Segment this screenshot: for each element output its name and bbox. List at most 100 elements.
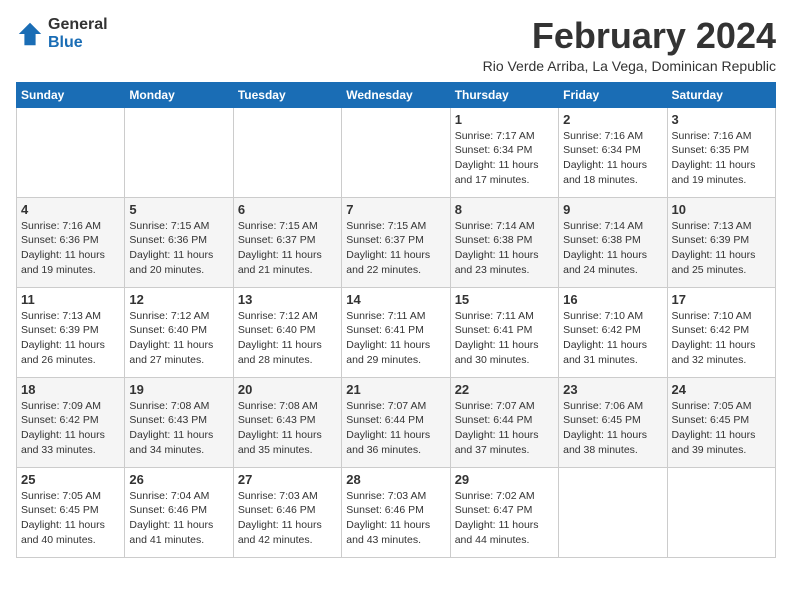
- day-number: 23: [563, 382, 662, 397]
- calendar-cell: 14 Sunrise: 7:11 AMSunset: 6:41 PMDayligh…: [342, 287, 450, 377]
- calendar-title: February 2024: [483, 16, 776, 56]
- day-info: Sunrise: 7:16 AMSunset: 6:34 PMDaylight:…: [563, 129, 662, 188]
- day-number: 19: [129, 382, 228, 397]
- day-info: Sunrise: 7:11 AMSunset: 6:41 PMDaylight:…: [346, 309, 445, 368]
- day-info: Sunrise: 7:07 AMSunset: 6:44 PMDaylight:…: [455, 399, 554, 458]
- day-info: Sunrise: 7:11 AMSunset: 6:41 PMDaylight:…: [455, 309, 554, 368]
- day-number: 7: [346, 202, 445, 217]
- weekday-header: Wednesday: [342, 82, 450, 107]
- day-info: Sunrise: 7:14 AMSunset: 6:38 PMDaylight:…: [455, 219, 554, 278]
- day-number: 29: [455, 472, 554, 487]
- day-info: Sunrise: 7:05 AMSunset: 6:45 PMDaylight:…: [21, 489, 120, 548]
- calendar-cell: 10 Sunrise: 7:13 AMSunset: 6:39 PMDayligh…: [667, 197, 775, 287]
- calendar-week-row: 4 Sunrise: 7:16 AMSunset: 6:36 PMDaylight…: [17, 197, 776, 287]
- calendar-cell: [342, 107, 450, 197]
- day-number: 3: [672, 112, 771, 127]
- day-info: Sunrise: 7:05 AMSunset: 6:45 PMDaylight:…: [672, 399, 771, 458]
- weekday-header: Saturday: [667, 82, 775, 107]
- day-info: Sunrise: 7:08 AMSunset: 6:43 PMDaylight:…: [238, 399, 337, 458]
- day-number: 18: [21, 382, 120, 397]
- weekday-header-row: SundayMondayTuesdayWednesdayThursdayFrid…: [17, 82, 776, 107]
- day-number: 17: [672, 292, 771, 307]
- day-number: 4: [21, 202, 120, 217]
- day-number: 21: [346, 382, 445, 397]
- day-number: 13: [238, 292, 337, 307]
- day-info: Sunrise: 7:09 AMSunset: 6:42 PMDaylight:…: [21, 399, 120, 458]
- day-number: 14: [346, 292, 445, 307]
- day-info: Sunrise: 7:03 AMSunset: 6:46 PMDaylight:…: [238, 489, 337, 548]
- day-info: Sunrise: 7:02 AMSunset: 6:47 PMDaylight:…: [455, 489, 554, 548]
- calendar-cell: 25Sunrise: 7:05 AMSunset: 6:45 PMDayligh…: [17, 467, 125, 557]
- calendar-cell: 21 Sunrise: 7:07 AMSunset: 6:44 PMDayligh…: [342, 377, 450, 467]
- day-number: 22: [455, 382, 554, 397]
- weekday-header: Sunday: [17, 82, 125, 107]
- calendar-cell: 4 Sunrise: 7:16 AMSunset: 6:36 PMDaylight…: [17, 197, 125, 287]
- calendar-cell: 24 Sunrise: 7:05 AMSunset: 6:45 PMDayligh…: [667, 377, 775, 467]
- day-number: 24: [672, 382, 771, 397]
- header: General Blue February 2024 Rio Verde Arr…: [16, 16, 776, 74]
- day-info: Sunrise: 7:03 AMSunset: 6:46 PMDaylight:…: [346, 489, 445, 548]
- logo: General Blue: [16, 16, 108, 51]
- day-info: Sunrise: 7:15 AMSunset: 6:37 PMDaylight:…: [346, 219, 445, 278]
- day-info: Sunrise: 7:13 AMSunset: 6:39 PMDaylight:…: [21, 309, 120, 368]
- day-number: 28: [346, 472, 445, 487]
- day-info: Sunrise: 7:07 AMSunset: 6:44 PMDaylight:…: [346, 399, 445, 458]
- calendar-week-row: 1 Sunrise: 7:17 AMSunset: 6:34 PMDaylight…: [17, 107, 776, 197]
- logo-general: General: [48, 16, 108, 34]
- day-number: 2: [563, 112, 662, 127]
- weekday-header: Friday: [559, 82, 667, 107]
- calendar-table: SundayMondayTuesdayWednesdayThursdayFrid…: [16, 82, 776, 558]
- day-number: 15: [455, 292, 554, 307]
- day-info: Sunrise: 7:16 AMSunset: 6:35 PMDaylight:…: [672, 129, 771, 188]
- day-number: 20: [238, 382, 337, 397]
- calendar-cell: 22 Sunrise: 7:07 AMSunset: 6:44 PMDayligh…: [450, 377, 558, 467]
- calendar-week-row: 25Sunrise: 7:05 AMSunset: 6:45 PMDayligh…: [17, 467, 776, 557]
- calendar-cell: 15 Sunrise: 7:11 AMSunset: 6:41 PMDayligh…: [450, 287, 558, 377]
- day-number: 1: [455, 112, 554, 127]
- weekday-header: Tuesday: [233, 82, 341, 107]
- calendar-cell: [17, 107, 125, 197]
- day-info: Sunrise: 7:15 AMSunset: 6:37 PMDaylight:…: [238, 219, 337, 278]
- day-info: Sunrise: 7:16 AMSunset: 6:36 PMDaylight:…: [21, 219, 120, 278]
- calendar-cell: 7 Sunrise: 7:15 AMSunset: 6:37 PMDaylight…: [342, 197, 450, 287]
- calendar-cell: 1 Sunrise: 7:17 AMSunset: 6:34 PMDaylight…: [450, 107, 558, 197]
- day-info: Sunrise: 7:04 AMSunset: 6:46 PMDaylight:…: [129, 489, 228, 548]
- calendar-week-row: 18 Sunrise: 7:09 AMSunset: 6:42 PMDayligh…: [17, 377, 776, 467]
- logo-text: General Blue: [48, 16, 108, 51]
- calendar-cell: [125, 107, 233, 197]
- calendar-cell: 6 Sunrise: 7:15 AMSunset: 6:37 PMDaylight…: [233, 197, 341, 287]
- calendar-cell: 13 Sunrise: 7:12 AMSunset: 6:40 PMDayligh…: [233, 287, 341, 377]
- day-info: Sunrise: 7:15 AMSunset: 6:36 PMDaylight:…: [129, 219, 228, 278]
- day-info: Sunrise: 7:10 AMSunset: 6:42 PMDaylight:…: [563, 309, 662, 368]
- day-info: Sunrise: 7:17 AMSunset: 6:34 PMDaylight:…: [455, 129, 554, 188]
- title-area: February 2024 Rio Verde Arriba, La Vega,…: [483, 16, 776, 74]
- day-number: 6: [238, 202, 337, 217]
- day-number: 11: [21, 292, 120, 307]
- day-info: Sunrise: 7:06 AMSunset: 6:45 PMDaylight:…: [563, 399, 662, 458]
- calendar-subtitle: Rio Verde Arriba, La Vega, Dominican Rep…: [483, 58, 776, 74]
- day-number: 27: [238, 472, 337, 487]
- day-number: 9: [563, 202, 662, 217]
- calendar-cell: 23 Sunrise: 7:06 AMSunset: 6:45 PMDayligh…: [559, 377, 667, 467]
- calendar-cell: 18 Sunrise: 7:09 AMSunset: 6:42 PMDayligh…: [17, 377, 125, 467]
- calendar-cell: [667, 467, 775, 557]
- day-number: 16: [563, 292, 662, 307]
- day-number: 8: [455, 202, 554, 217]
- logo-icon: [16, 20, 44, 48]
- calendar-cell: 27 Sunrise: 7:03 AMSunset: 6:46 PMDayligh…: [233, 467, 341, 557]
- day-info: Sunrise: 7:13 AMSunset: 6:39 PMDaylight:…: [672, 219, 771, 278]
- calendar-cell: 12Sunrise: 7:12 AMSunset: 6:40 PMDayligh…: [125, 287, 233, 377]
- weekday-header: Monday: [125, 82, 233, 107]
- calendar-cell: 17Sunrise: 7:10 AMSunset: 6:42 PMDayligh…: [667, 287, 775, 377]
- day-number: 12: [129, 292, 228, 307]
- day-info: Sunrise: 7:08 AMSunset: 6:43 PMDaylight:…: [129, 399, 228, 458]
- day-info: Sunrise: 7:14 AMSunset: 6:38 PMDaylight:…: [563, 219, 662, 278]
- day-number: 10: [672, 202, 771, 217]
- calendar-cell: 20 Sunrise: 7:08 AMSunset: 6:43 PMDayligh…: [233, 377, 341, 467]
- day-number: 26: [129, 472, 228, 487]
- day-number: 5: [129, 202, 228, 217]
- calendar-cell: [233, 107, 341, 197]
- calendar-cell: 2 Sunrise: 7:16 AMSunset: 6:34 PMDaylight…: [559, 107, 667, 197]
- day-info: Sunrise: 7:12 AMSunset: 6:40 PMDaylight:…: [238, 309, 337, 368]
- calendar-cell: 3 Sunrise: 7:16 AMSunset: 6:35 PMDaylight…: [667, 107, 775, 197]
